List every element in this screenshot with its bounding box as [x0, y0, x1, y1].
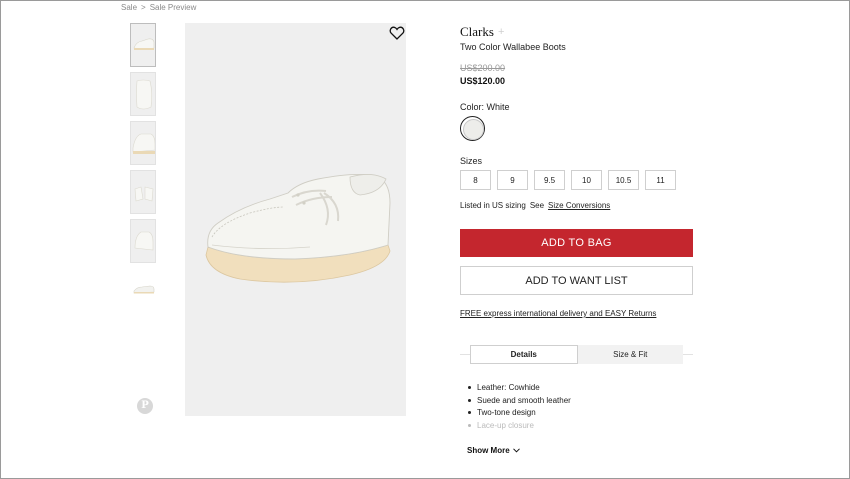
thumbnail-1[interactable]: [130, 23, 156, 67]
breadcrumb-sale[interactable]: Sale: [121, 3, 137, 12]
tab-details[interactable]: Details: [470, 345, 578, 364]
thumbnail-2[interactable]: [130, 72, 156, 116]
page-frame: [0, 0, 850, 479]
add-to-bag-button[interactable]: ADD TO BAG: [460, 229, 693, 257]
show-more-label: Show More: [467, 446, 510, 455]
list-item: Two-tone design: [468, 408, 571, 421]
follow-brand-icon[interactable]: +: [498, 26, 504, 38]
original-price: US$200.00: [460, 63, 506, 73]
sale-price: US$120.00: [460, 76, 506, 86]
size-option[interactable]: 9.5: [534, 170, 565, 190]
breadcrumb-sale-preview[interactable]: Sale Preview: [150, 3, 197, 12]
size-option[interactable]: 10.5: [608, 170, 639, 190]
main-product-image[interactable]: [185, 23, 406, 416]
thumbnail-5[interactable]: [130, 219, 156, 263]
color-label: Color: White: [460, 102, 510, 112]
thumbnail-4[interactable]: [130, 170, 156, 214]
details-list: Leather: Cowhide Suede and smooth leathe…: [468, 383, 571, 433]
chevron-down-icon: [512, 448, 520, 453]
brand-name[interactable]: Clarks: [460, 24, 494, 40]
thumbnail-6[interactable]: [130, 268, 156, 312]
size-option[interactable]: 11: [645, 170, 676, 190]
show-more-button[interactable]: Show More: [467, 446, 520, 455]
color-swatch-white[interactable]: [460, 116, 485, 141]
product-tabs: Details Size & Fit: [470, 345, 683, 364]
shipping-info-link[interactable]: FREE express international delivery and …: [460, 309, 656, 318]
sizing-see-text: See: [529, 201, 545, 210]
size-conversions-link[interactable]: Size Conversions: [548, 201, 610, 210]
breadcrumb: Sale > Sale Preview: [121, 3, 196, 12]
size-option[interactable]: 10: [571, 170, 602, 190]
pinterest-icon[interactable]: P: [137, 398, 153, 414]
sizing-note: Listed in US sizing See Size Conversions: [460, 201, 610, 210]
tab-size-fit[interactable]: Size & Fit: [578, 345, 684, 364]
sizes-label: Sizes: [460, 156, 483, 166]
product-name: Two Color Wallabee Boots: [460, 42, 566, 52]
heart-icon[interactable]: [389, 25, 405, 41]
size-option[interactable]: 9: [497, 170, 528, 190]
size-selector: 8 9 9.5 10 10.5 11: [460, 170, 676, 190]
list-item: Suede and smooth leather: [468, 396, 571, 409]
add-to-want-list-button[interactable]: ADD TO WANT LIST: [460, 266, 693, 295]
shoe-illustration: [205, 174, 391, 283]
list-item: Lace-up closure: [468, 421, 571, 434]
sizing-note-text: Listed in US sizing: [460, 201, 526, 210]
breadcrumb-separator: >: [141, 3, 146, 12]
size-option[interactable]: 8: [460, 170, 491, 190]
list-item: Leather: Cowhide: [468, 383, 571, 396]
thumbnail-3[interactable]: [130, 121, 156, 165]
thumbnail-list: [130, 23, 157, 317]
product-brand: Clarks +: [460, 24, 504, 40]
